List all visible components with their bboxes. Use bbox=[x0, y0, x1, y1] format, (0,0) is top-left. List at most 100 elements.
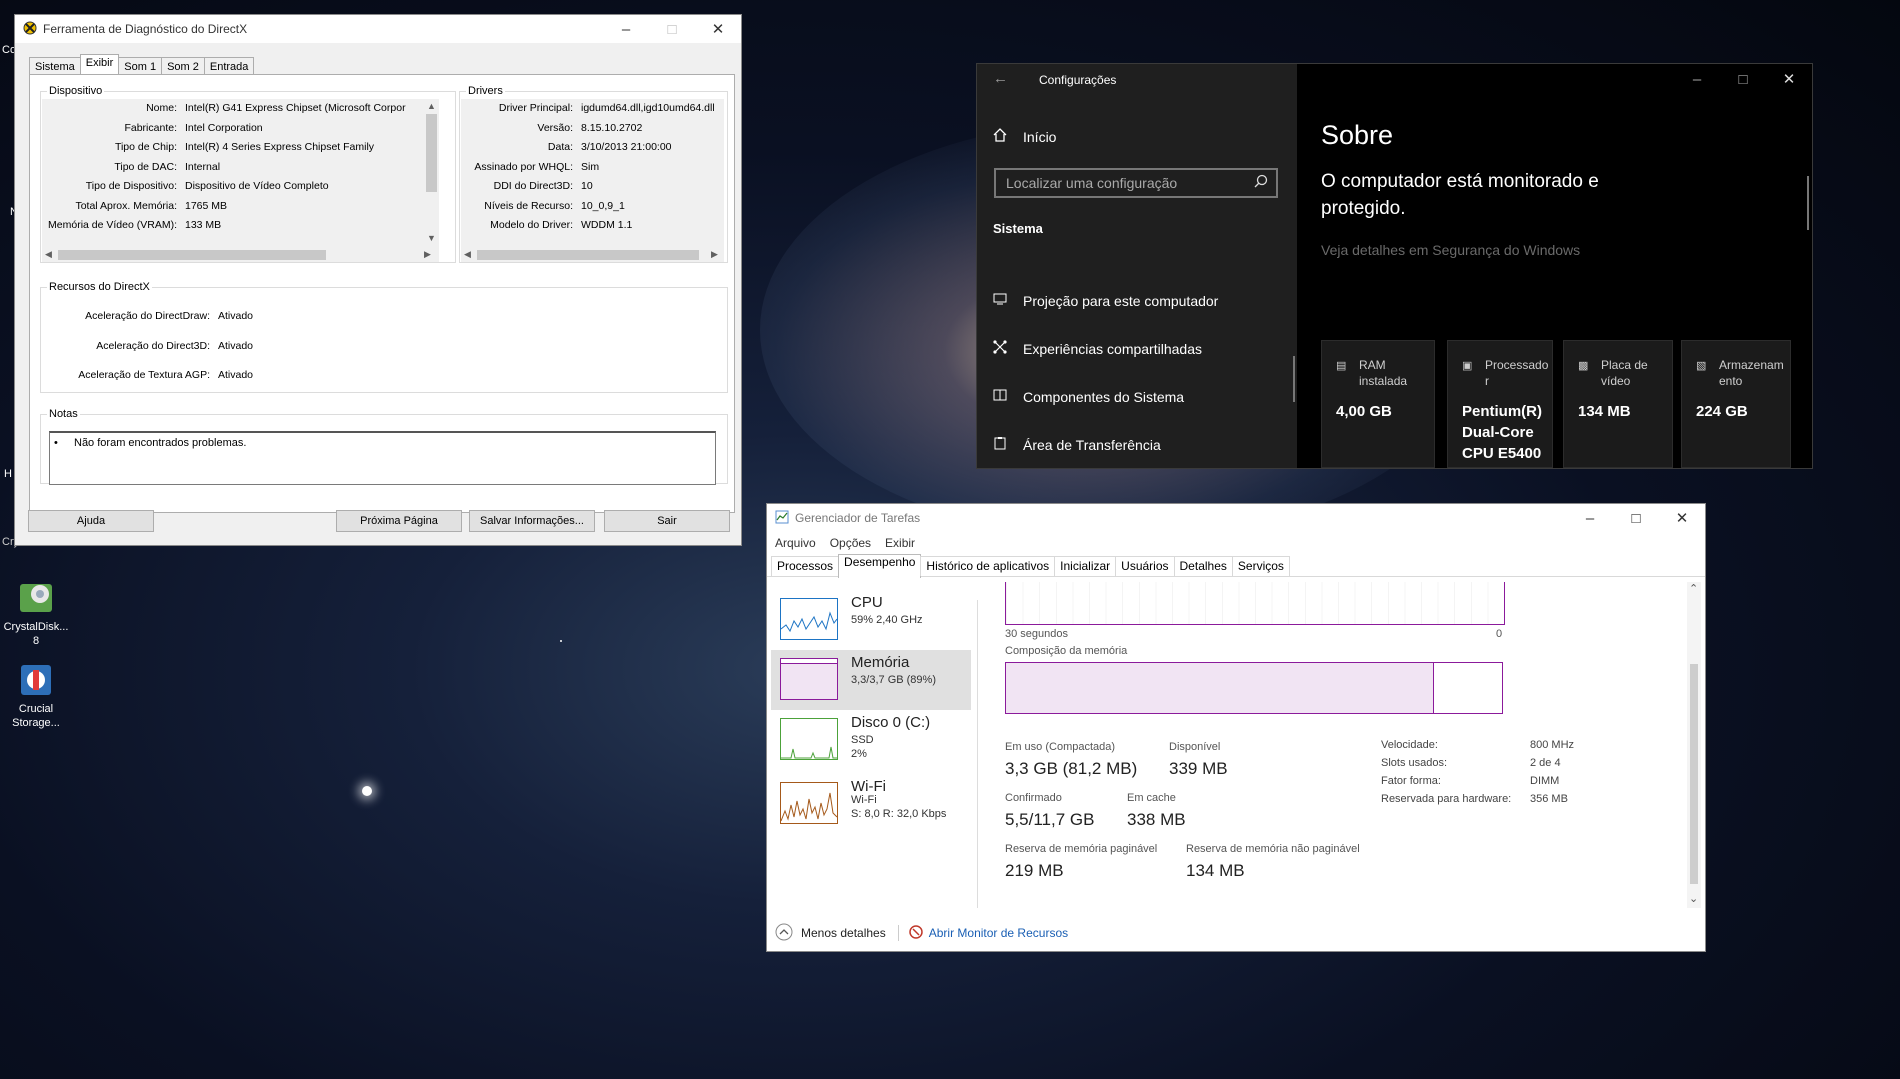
driver-value: 10_0,9_1 bbox=[581, 199, 625, 212]
processor-card: ▣ Processado r Pentium(R) Dual-Core CPU … bbox=[1447, 340, 1553, 468]
security-link[interactable]: Veja detalhes em Segurança do Windows bbox=[1321, 242, 1580, 258]
nav-clipboard[interactable]: Área de Transferência bbox=[993, 436, 1161, 453]
device-key: Fabricante: bbox=[124, 121, 177, 134]
scroll-up-arrow-icon[interactable]: ▲ bbox=[427, 101, 436, 111]
content-scrollbar[interactable] bbox=[1807, 176, 1809, 230]
drivers-list[interactable]: Driver Principal: igdumd64.dll,igd10umd6… bbox=[461, 99, 724, 247]
minimize-button[interactable]: – bbox=[1567, 504, 1613, 532]
device-key: Nome: bbox=[146, 102, 177, 114]
menu-exibir[interactable]: Exibir bbox=[885, 536, 915, 550]
resource-disk[interactable]: Disco 0 (C:) SSD 2% bbox=[771, 710, 971, 770]
resource-cpu[interactable]: CPU 59% 2,40 GHz bbox=[771, 590, 971, 650]
next-page-button[interactable]: Próxima Página bbox=[336, 510, 462, 532]
desktop-icon-crucial[interactable]: Crucial Storage... bbox=[0, 662, 72, 730]
scroll-right-arrow-icon[interactable]: ▶ bbox=[424, 249, 431, 260]
driver-row: Versão: 8.15.10.2702 bbox=[461, 119, 642, 139]
sidebar-scrollbar[interactable] bbox=[1293, 356, 1295, 402]
device-value: 133 MB bbox=[185, 219, 222, 231]
scroll-down-arrow-icon[interactable]: ▼ bbox=[427, 233, 436, 243]
nav-system-components[interactable]: Componentes do Sistema bbox=[993, 388, 1184, 405]
resource-detail: 59% 2,40 GHz bbox=[851, 614, 923, 626]
resource-wifi[interactable]: Wi-Fi Wi-Fi S: 8,0 R: 32,0 Kbps bbox=[771, 774, 971, 834]
driver-key: Modelo do Driver: bbox=[490, 219, 573, 231]
scroll-thumb[interactable] bbox=[426, 114, 437, 192]
disk-mini-graph bbox=[780, 718, 838, 760]
scroll-down-arrow-icon[interactable]: ⌄ bbox=[1689, 892, 1698, 905]
detail-vertical-scrollbar[interactable]: ⌃ ⌄ bbox=[1687, 582, 1701, 908]
tab-inicializar[interactable]: Inicializar bbox=[1054, 556, 1117, 576]
driver-value: 8.15.10.2702 bbox=[581, 121, 643, 134]
help-button[interactable]: Ajuda bbox=[28, 510, 154, 532]
paged-pool-label: Reserva de memória paginável bbox=[1005, 843, 1158, 855]
menu-opcoes[interactable]: Opções bbox=[830, 536, 871, 550]
scroll-left-arrow-icon[interactable]: ◀ bbox=[464, 249, 471, 260]
memory-composition-bar bbox=[1005, 662, 1503, 714]
resource-memory[interactable]: Memória 3,3/3,7 GB (89%) bbox=[771, 650, 971, 710]
resource-detail: S: 8,0 R: 32,0 Kbps bbox=[851, 808, 947, 820]
tab-detalhes[interactable]: Detalhes bbox=[1173, 556, 1233, 576]
tab-usuarios[interactable]: Usuários bbox=[1115, 556, 1175, 576]
driver-value: igdumd64.dll,igd10umd64.dll bbox=[581, 102, 715, 114]
title-bar[interactable]: Gerenciador de Tarefas – □ ✕ bbox=[767, 504, 1705, 532]
save-info-button[interactable]: Salvar Informações... bbox=[469, 510, 595, 532]
desktop-icon-crystaldiskinfo[interactable]: CrystalDisk... 8 bbox=[0, 580, 72, 648]
notes-bullet: • bbox=[54, 437, 58, 449]
device-vertical-scrollbar[interactable]: ▲ ▼ bbox=[424, 99, 439, 247]
close-button[interactable]: ✕ bbox=[1766, 64, 1812, 94]
collapse-icon[interactable] bbox=[775, 923, 793, 944]
task-manager-window: Gerenciador de Tarefas – □ ✕ Arquivo Opç… bbox=[766, 503, 1706, 952]
settings-search-input[interactable]: Localizar uma configuração bbox=[994, 168, 1278, 198]
scroll-thumb[interactable] bbox=[58, 250, 326, 260]
menu-arquivo[interactable]: Arquivo bbox=[775, 536, 816, 550]
projection-icon bbox=[993, 292, 1009, 309]
tab-historico[interactable]: Histórico de aplicativos bbox=[920, 556, 1056, 576]
paged-pool-value: 219 MB bbox=[1005, 861, 1064, 880]
close-button[interactable]: ✕ bbox=[1659, 504, 1705, 532]
card-value: 134 MB bbox=[1578, 403, 1631, 420]
minimize-button[interactable]: – bbox=[1674, 64, 1720, 94]
drivers-horizontal-scrollbar[interactable]: ◀ ▶ bbox=[461, 247, 724, 262]
nav-home[interactable]: Início bbox=[993, 128, 1056, 145]
available-value: 339 MB bbox=[1169, 759, 1228, 778]
ram-icon: ▤ bbox=[1336, 360, 1347, 372]
driver-row: DDI do Direct3D: 10 bbox=[461, 177, 593, 197]
feature-value: Ativado bbox=[218, 340, 254, 352]
directx-icon bbox=[23, 21, 37, 38]
device-list[interactable]: Nome: Intel(R) G41 Express Chipset (Micr… bbox=[42, 99, 438, 247]
search-icon[interactable] bbox=[1254, 174, 1268, 191]
tab-desempenho[interactable]: Desempenho bbox=[838, 554, 922, 578]
maximize-button[interactable]: □ bbox=[1720, 64, 1766, 94]
close-button[interactable]: ✕ bbox=[695, 15, 741, 43]
scroll-thumb[interactable] bbox=[477, 250, 699, 260]
nav-label: Área de Transferência bbox=[1023, 436, 1161, 453]
star bbox=[362, 786, 372, 796]
wifi-mini-graph bbox=[780, 782, 838, 824]
back-arrow-icon[interactable]: ← bbox=[993, 70, 1008, 87]
nav-projection[interactable]: Projeção para este computador bbox=[993, 292, 1218, 309]
nav-home-label: Início bbox=[1023, 128, 1057, 145]
star bbox=[560, 640, 562, 642]
device-row: Nome: Intel(R) G41 Express Chipset (Micr… bbox=[42, 99, 406, 119]
notes-box[interactable]: • Não foram encontrados problemas. bbox=[49, 431, 716, 485]
tab-servicos[interactable]: Serviços bbox=[1231, 556, 1290, 576]
title-bar[interactable]: Ferramenta de Diagnóstico do DirectX – □… bbox=[15, 15, 741, 43]
shared-experiences-icon bbox=[993, 340, 1009, 357]
nav-shared-experiences[interactable]: Experiências compartilhadas bbox=[993, 340, 1202, 357]
desktop-edge-label[interactable]: H bbox=[4, 468, 12, 480]
storage-card: ▧ Armazenam ento 224 GB bbox=[1681, 340, 1791, 468]
tab-processos[interactable]: Processos bbox=[771, 556, 840, 576]
resource-name: Wi-Fi bbox=[851, 778, 886, 795]
fewer-details-button[interactable]: Menos detalhes bbox=[801, 926, 886, 940]
scroll-right-arrow-icon[interactable]: ▶ bbox=[711, 249, 718, 260]
exit-button[interactable]: Sair bbox=[604, 510, 730, 532]
open-resource-monitor-link[interactable]: Abrir Monitor de Recursos bbox=[929, 926, 1068, 940]
scroll-up-arrow-icon[interactable]: ⌃ bbox=[1689, 582, 1698, 595]
device-value: 1765 MB bbox=[185, 199, 228, 212]
scroll-thumb[interactable] bbox=[1690, 664, 1698, 884]
minimize-button[interactable]: – bbox=[603, 15, 649, 43]
maximize-button[interactable]: □ bbox=[1613, 504, 1659, 532]
scroll-left-arrow-icon[interactable]: ◀ bbox=[45, 249, 52, 260]
protection-status: O computador está monitorado e protegido… bbox=[1321, 171, 1599, 219]
device-horizontal-scrollbar[interactable]: ◀ ▶ bbox=[42, 247, 439, 262]
nonpaged-pool-value: 134 MB bbox=[1186, 861, 1245, 880]
